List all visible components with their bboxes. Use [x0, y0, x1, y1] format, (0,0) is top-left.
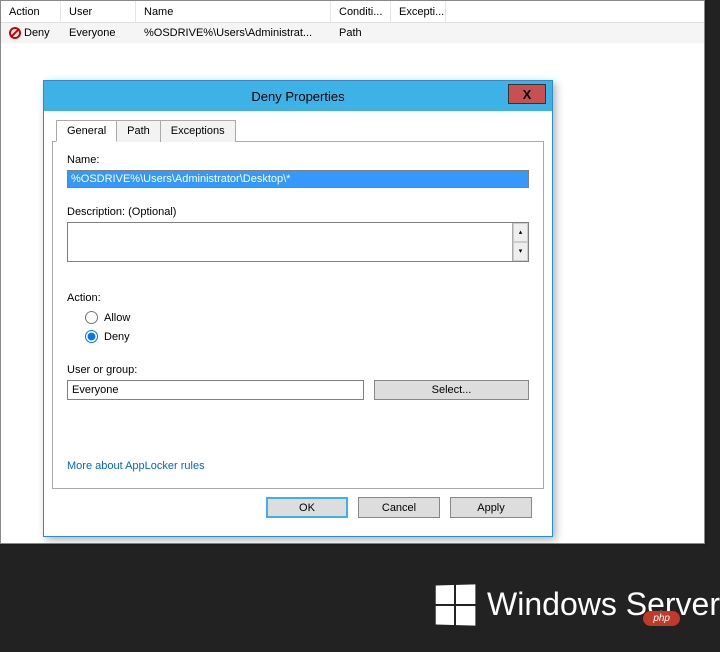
spin-up-icon[interactable]: ▴: [513, 223, 528, 242]
radio-deny-label: Deny: [104, 331, 130, 343]
rules-table: Action User Name Conditi... Excepti... D…: [1, 1, 704, 43]
description-input[interactable]: [68, 223, 512, 261]
action-radio-group: Allow Deny: [67, 308, 529, 346]
deny-properties-dialog: Deny Properties X General Path Exception…: [43, 80, 553, 537]
windows-logo-icon: [436, 584, 476, 625]
more-link[interactable]: More about AppLocker rules: [67, 460, 205, 472]
close-button[interactable]: X: [508, 84, 546, 104]
select-button[interactable]: Select...: [374, 380, 529, 400]
apply-button[interactable]: Apply: [450, 497, 532, 518]
php-badge: php: [643, 611, 680, 626]
cell-exceptions: [391, 23, 446, 43]
col-header-name[interactable]: Name: [136, 1, 331, 22]
cell-name: %OSDRIVE%\Users\Administrat...: [136, 23, 331, 43]
radio-allow-label: Allow: [104, 312, 130, 324]
titlebar[interactable]: Deny Properties X: [44, 81, 552, 111]
tab-exceptions[interactable]: Exceptions: [160, 120, 236, 142]
col-header-user[interactable]: User: [61, 1, 136, 22]
col-header-conditions[interactable]: Conditi...: [331, 1, 391, 22]
description-spinner: ▴ ▾: [512, 223, 528, 261]
name-input[interactable]: [67, 170, 529, 188]
description-box: ▴ ▾: [67, 222, 529, 262]
cell-user: Everyone: [61, 23, 136, 43]
cell-conditions: Path: [331, 23, 391, 43]
tab-general[interactable]: General: [56, 120, 117, 142]
ok-button[interactable]: OK: [266, 497, 348, 518]
tab-row: General Path Exceptions: [56, 120, 544, 142]
dialog-button-row: OK Cancel Apply: [52, 489, 544, 528]
cell-action-text: Deny: [24, 27, 50, 39]
brand-text: Windows Server: [487, 586, 720, 623]
deny-icon: [9, 27, 21, 39]
footer-bar: Windows Server php: [0, 557, 720, 652]
radio-deny-input[interactable]: [85, 330, 98, 343]
name-label: Name:: [67, 154, 529, 166]
radio-allow-input[interactable]: [85, 311, 98, 324]
tab-panel-general: Name: Description: (Optional) ▴ ▾ Action…: [52, 141, 544, 489]
dialog-body: General Path Exceptions Name: Descriptio…: [44, 111, 552, 536]
cell-action: Deny: [1, 23, 61, 43]
tab-path[interactable]: Path: [116, 120, 161, 142]
radio-deny[interactable]: Deny: [67, 327, 529, 346]
cancel-button[interactable]: Cancel: [358, 497, 440, 518]
action-label: Action:: [67, 292, 529, 304]
user-label: User or group:: [67, 364, 529, 376]
user-input: [67, 380, 364, 400]
table-header: Action User Name Conditi... Excepti...: [1, 1, 704, 23]
col-header-action[interactable]: Action: [1, 1, 61, 22]
dialog-title: Deny Properties: [251, 89, 344, 104]
radio-allow[interactable]: Allow: [67, 308, 529, 327]
table-row[interactable]: Deny Everyone %OSDRIVE%\Users\Administra…: [1, 23, 704, 43]
user-row: Select...: [67, 380, 529, 400]
spin-down-icon[interactable]: ▾: [513, 242, 528, 261]
description-label: Description: (Optional): [67, 206, 529, 218]
col-header-exceptions[interactable]: Excepti...: [391, 1, 446, 22]
